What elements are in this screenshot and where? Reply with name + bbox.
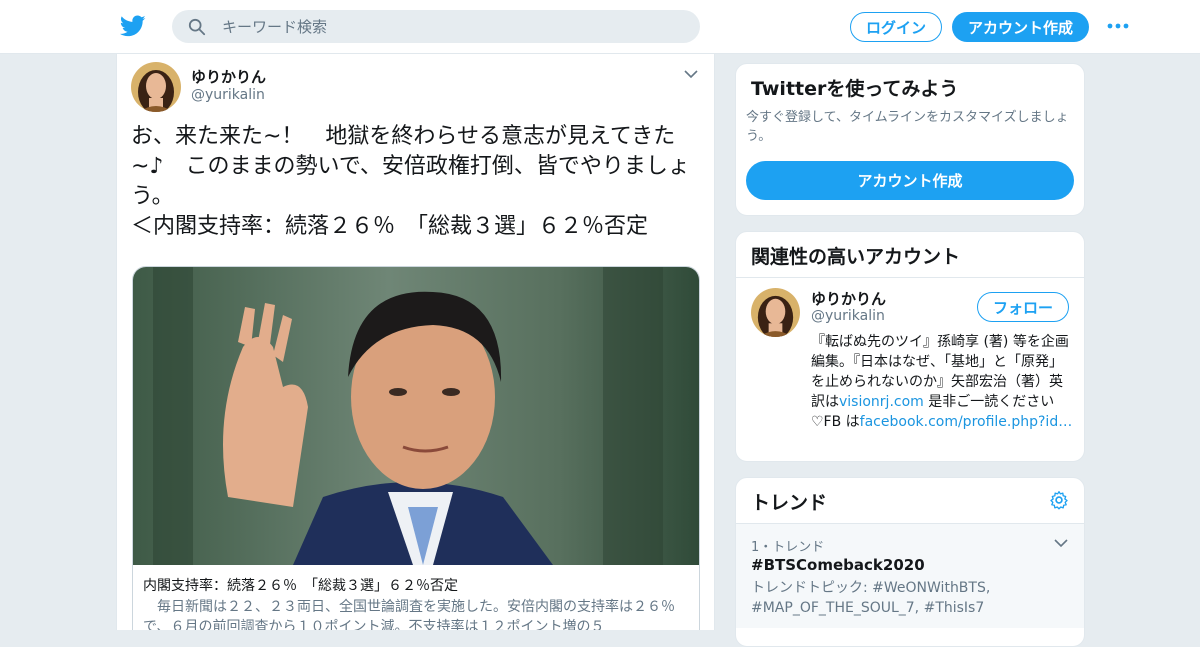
chevron-down-icon[interactable] bbox=[683, 68, 699, 80]
account-name[interactable]: ゆりかりん bbox=[811, 288, 886, 309]
trend-name[interactable]: #BTSComeback2020 bbox=[751, 556, 925, 574]
link-card[interactable]: 内閣支持率：続落２６％ 「総裁３選」６２％否定 毎日新聞は２２、２３両日、全国世… bbox=[132, 266, 700, 630]
tweet-panel: ゆりかりん @yurikalin お、来た来た~！ 地獄を終わらせる意志が見えて… bbox=[116, 54, 715, 630]
trends-panel-title: トレンド bbox=[751, 492, 828, 514]
trend-description: トレンドトピック: #WeONWithBTS, #MAP_OF_THE_SOUL… bbox=[751, 580, 991, 616]
card-image bbox=[133, 267, 699, 565]
card-description: 毎日新聞は２２、２３両日、全国世論調査を実施した。安倍内閣の支持率は２６％で、６… bbox=[143, 599, 675, 630]
create-account-button[interactable]: アカウント作成 bbox=[746, 161, 1074, 200]
bio-link-visionrj[interactable]: visionrj.com bbox=[839, 394, 924, 410]
trends-panel: トレンド 1・トレンド #BTSComeback2020 トレンドトピック: #… bbox=[735, 477, 1085, 647]
twitter-logo-icon[interactable] bbox=[120, 13, 146, 39]
card-title: 内閣支持率：続落２６％ 「総裁３選」６２％否定 bbox=[143, 578, 458, 594]
related-panel-title: 関連性の高いアカウント bbox=[751, 246, 961, 268]
trend-meta: 1・トレンド bbox=[751, 540, 825, 555]
bio-link-facebook[interactable]: facebook.com/profile.php?id… bbox=[860, 414, 1073, 430]
signup-panel-title: Twitterを使ってみよう bbox=[751, 78, 959, 100]
account-handle[interactable]: @yurikalin bbox=[811, 308, 885, 324]
top-bar: キーワード検索 ログイン アカウント作成 bbox=[0, 0, 1200, 54]
tweet-author-name[interactable]: ゆりかりん bbox=[191, 66, 266, 87]
gear-icon[interactable] bbox=[1049, 490, 1069, 510]
more-options-icon[interactable] bbox=[1106, 18, 1130, 34]
chevron-down-icon[interactable] bbox=[1054, 538, 1068, 548]
follow-button[interactable]: フォロー bbox=[977, 292, 1069, 322]
signup-button[interactable]: アカウント作成 bbox=[952, 12, 1089, 42]
signup-panel-subtitle: 今すぐ登録して、タイムラインをカスタマイズしましょう。 bbox=[746, 110, 1069, 144]
search-input-placeholder[interactable]: キーワード検索 bbox=[222, 16, 327, 37]
signup-panel: Twitterを使ってみよう 今すぐ登録して、タイムラインをカスタマイズしましょ… bbox=[735, 63, 1085, 216]
divider bbox=[736, 277, 1084, 278]
search-icon bbox=[188, 18, 206, 35]
related-accounts-panel: 関連性の高いアカウント ゆりかりん @yurikalin フォロー 『転ばぬ先の… bbox=[735, 231, 1085, 462]
trend-item[interactable]: 1・トレンド #BTSComeback2020 トレンドトピック: #WeONW… bbox=[736, 524, 1084, 628]
search-box[interactable]: キーワード検索 bbox=[172, 10, 700, 43]
login-button[interactable]: ログイン bbox=[850, 12, 942, 42]
tweet-text: お、来た来た~！ 地獄を終わらせる意志が見えてきた~♪ このままの勢いで、安倍政… bbox=[131, 124, 690, 239]
avatar[interactable] bbox=[131, 62, 181, 112]
avatar[interactable] bbox=[751, 288, 800, 337]
account-bio: 『転ばぬ先のツイ』孫崎享 (著) 等を企画編集。『日本はなぜ、「基地」と「原発」… bbox=[811, 332, 1075, 432]
tweet-author-handle[interactable]: @yurikalin bbox=[191, 87, 265, 103]
